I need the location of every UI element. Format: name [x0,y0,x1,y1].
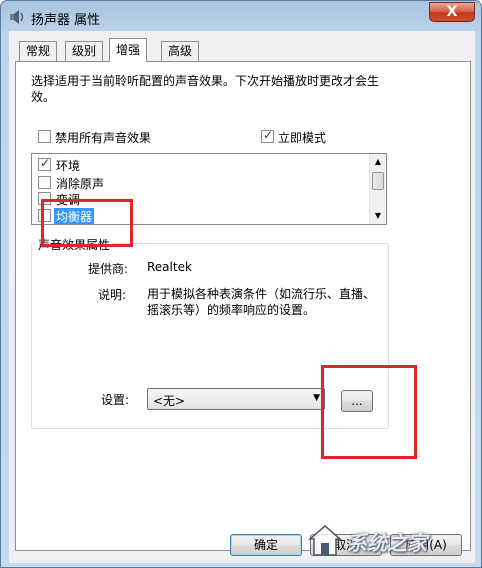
list-scrollbar[interactable]: ▲ ▼ [369,154,386,224]
title-bar[interactable]: 扬声器 属性 X [1,1,481,35]
chevron-down-icon: ▼ [313,393,320,403]
list-item[interactable]: 环境 [32,156,367,174]
immediate-mode-checkbox[interactable] [261,128,274,143]
close-button[interactable]: X [429,2,475,22]
settings-label: 设置: [101,393,130,407]
window-title: 扬声器 属性 [31,13,101,28]
watermark-text: 系统之家 [347,531,427,555]
effect-checkbox[interactable] [38,176,51,189]
disable-all-label: 禁用所有声音效果 [55,131,152,145]
effect-checkbox[interactable] [38,156,51,171]
scroll-up-icon[interactable]: ▲ [370,154,386,170]
provider-value: Realtek [147,260,192,274]
tab-general[interactable]: 常规 [19,41,58,61]
house-logo-icon [307,525,343,556]
ok-button[interactable]: 确定 [230,534,302,556]
description-text: 选择适用于当前聆听配置的声音效果。下次开始播放时更改才会生效。 [31,74,380,104]
disable-all-checkbox[interactable] [38,130,51,143]
speaker-icon [10,10,24,24]
provider-label: 提供商: [88,262,129,276]
watermark: 系统之家 [307,521,475,561]
settings-select[interactable]: <无> ▼ [147,388,325,410]
tab-enhancements[interactable]: 增强 [109,38,148,62]
tab-advanced[interactable]: 高级 [161,41,200,61]
description-value: 用于模拟各种表演条件（如流行乐、直播、摇滚乐等）的频率响应的设置。 [147,287,376,317]
description-label: 说明: [98,288,127,302]
close-icon: X [446,4,458,20]
tab-levels[interactable]: 级别 [65,41,104,61]
scroll-thumb[interactable] [372,172,384,190]
scroll-down-icon[interactable]: ▼ [370,208,386,224]
highlight-box-settings [321,365,417,459]
highlight-box-equalizer [41,199,133,247]
properties-window: 扬声器 属性 X 常规 级别 增强 高级 选择适用于当前聆听配置的声音效果。下次… [0,0,482,568]
immediate-mode-label: 立即模式 [278,131,327,145]
